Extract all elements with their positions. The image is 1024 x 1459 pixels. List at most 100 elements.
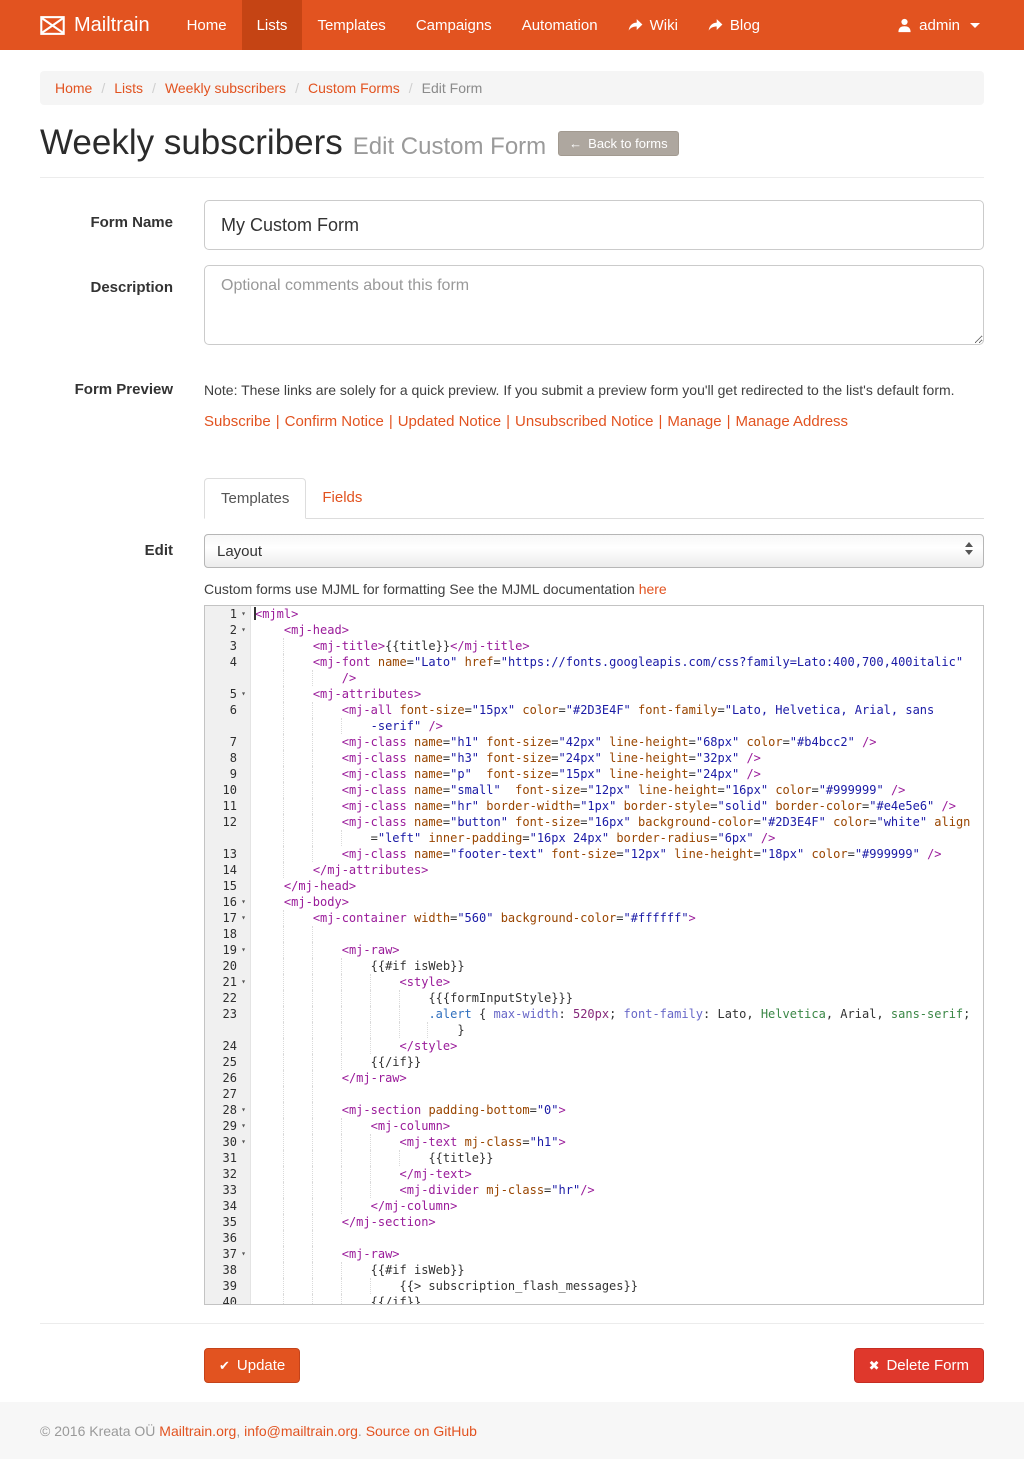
line-number: 26	[205, 1070, 237, 1086]
nav-item-templates[interactable]: Templates	[302, 0, 400, 50]
preview-link-manage[interactable]: Manage	[667, 413, 721, 430]
line-number: 31	[205, 1150, 237, 1166]
editor-row: 26 </mj-raw>	[205, 1070, 983, 1086]
editor-gutter-cell: 23	[205, 1006, 251, 1022]
description-textarea[interactable]	[204, 265, 984, 345]
indent-guide	[255, 974, 284, 990]
editor-row: 8 <mj-class name="h3" font-size="24px" l…	[205, 750, 983, 766]
line-number: 37	[205, 1246, 237, 1262]
indent-guide	[312, 1278, 342, 1294]
indent-guide	[312, 830, 342, 846]
fold-arrow-icon[interactable]: ▾	[237, 1118, 250, 1134]
editor-gutter-cell: 4	[205, 654, 251, 670]
indent-guide	[399, 1022, 429, 1038]
preview-link-subscribe[interactable]: Subscribe	[204, 413, 271, 430]
template-select[interactable]: Layout	[204, 534, 984, 568]
fold-arrow-icon[interactable]: ▾	[237, 1134, 250, 1150]
indent-guide	[312, 958, 342, 974]
indent-guide	[255, 1182, 284, 1198]
indent-guide	[255, 1214, 284, 1230]
line-number: 35	[205, 1214, 237, 1230]
editor-gutter-cell: 30▾	[205, 1134, 251, 1150]
nav-item-automation[interactable]: Automation	[507, 0, 613, 50]
brand[interactable]: Mailtrain	[40, 0, 150, 50]
editor-code-line: </mj-raw>	[251, 1070, 983, 1086]
delete-form-button[interactable]: ✖Delete Form	[854, 1348, 984, 1383]
editor-code-line: {{title}}	[251, 1150, 983, 1166]
editor-row: 5▾ <mj-attributes>	[205, 686, 983, 702]
indent-guide	[255, 1070, 284, 1086]
fold-arrow-icon[interactable]: ▾	[237, 606, 250, 622]
indent-guide	[283, 1038, 313, 1054]
editor-code-line: <mj-class name="hr" border-width="1px" b…	[251, 798, 983, 814]
line-number: 16	[205, 894, 237, 910]
user-menu[interactable]: admin	[893, 0, 984, 50]
indent-guide	[370, 974, 400, 990]
indent-guide	[283, 974, 313, 990]
fold-arrow-icon[interactable]: ▾	[237, 894, 250, 910]
fold-arrow-icon[interactable]: ▾	[237, 1246, 250, 1262]
indent-guide	[283, 702, 313, 718]
fold-arrow-icon[interactable]: ▾	[237, 622, 250, 638]
editor-code-line: {{> subscription_flash_messages}}	[251, 1278, 983, 1294]
footer-link-email[interactable]: info@mailtrain.org	[244, 1423, 358, 1439]
nav-item-campaigns[interactable]: Campaigns	[401, 0, 507, 50]
fold-arrow-icon[interactable]: ▾	[237, 686, 250, 702]
tabs: TemplatesFields	[204, 478, 984, 519]
update-button[interactable]: ✔Update	[204, 1348, 300, 1383]
editor-gutter-cell	[205, 830, 251, 846]
preview-link-updated-notice[interactable]: Updated Notice	[398, 413, 501, 430]
footer-link-github[interactable]: Source on GitHub	[366, 1423, 477, 1439]
breadcrumb-link-weekly-subscribers[interactable]: Weekly subscribers	[165, 80, 286, 96]
form-name-input[interactable]	[204, 200, 984, 250]
indent-guide	[341, 1262, 371, 1278]
nav-item-wiki[interactable]: Wiki	[613, 0, 693, 50]
editor-row: 14 </mj-attributes>	[205, 862, 983, 878]
nav-item-blog[interactable]: Blog	[693, 0, 775, 50]
indent-guide	[370, 990, 400, 1006]
tab-fields[interactable]: Fields	[306, 478, 378, 519]
indent-guide	[312, 942, 342, 958]
indent-guide	[312, 798, 342, 814]
indent-guide	[370, 1006, 400, 1022]
back-to-forms-button[interactable]: ←Back to forms	[558, 131, 678, 156]
tab-templates[interactable]: Templates	[204, 478, 306, 519]
fold-arrow-icon[interactable]: ▾	[237, 1102, 250, 1118]
indent-guide	[283, 638, 313, 654]
indent-guide	[312, 1054, 342, 1070]
code-editor[interactable]: 1▾<mjml>2▾ <mj-head>3 <mj-title>{{title}…	[204, 605, 984, 1305]
nav-item-home[interactable]: Home	[172, 0, 242, 50]
editor-row: 31 {{title}}	[205, 1150, 983, 1166]
editor-gutter-cell: 27	[205, 1086, 251, 1102]
indent-guide	[283, 1214, 313, 1230]
fold-arrow-icon[interactable]: ▾	[237, 910, 250, 926]
line-number: 29	[205, 1118, 237, 1134]
indent-guide	[283, 798, 313, 814]
indent-guide	[370, 1150, 400, 1166]
mailtrain-logo-icon	[40, 16, 65, 35]
breadcrumb-link-home[interactable]: Home	[55, 80, 92, 96]
nav-item-lists[interactable]: Lists	[242, 0, 303, 50]
line-number: 13	[205, 846, 237, 862]
footer-link-mailtrain[interactable]: Mailtrain.org	[159, 1423, 236, 1439]
preview-link-confirm-notice[interactable]: Confirm Notice	[285, 413, 384, 430]
editor-row: }	[205, 1022, 983, 1038]
breadcrumb-link-custom-forms[interactable]: Custom Forms	[308, 80, 400, 96]
indent-guide	[255, 990, 284, 1006]
editor-gutter-cell: 1▾	[205, 606, 251, 622]
editor-gutter-cell	[205, 670, 251, 686]
mjml-doc-link[interactable]: here	[639, 581, 667, 597]
fold-arrow-icon[interactable]: ▾	[237, 974, 250, 990]
editor-code-line: {{#if isWeb}}	[251, 1262, 983, 1278]
editor-gutter-cell: 7	[205, 734, 251, 750]
editor-row: -serif" />	[205, 718, 983, 734]
editor-row: 19▾ <mj-raw>	[205, 942, 983, 958]
preview-link-unsubscribed-notice[interactable]: Unsubscribed Notice	[515, 413, 653, 430]
editor-gutter-cell: 35	[205, 1214, 251, 1230]
fold-arrow-icon[interactable]: ▾	[237, 942, 250, 958]
indent-guide	[399, 990, 429, 1006]
indent-guide	[255, 1006, 284, 1022]
edit-label: Edit	[40, 534, 204, 568]
breadcrumb-link-lists[interactable]: Lists	[114, 80, 143, 96]
preview-link-manage-address[interactable]: Manage Address	[735, 413, 848, 430]
